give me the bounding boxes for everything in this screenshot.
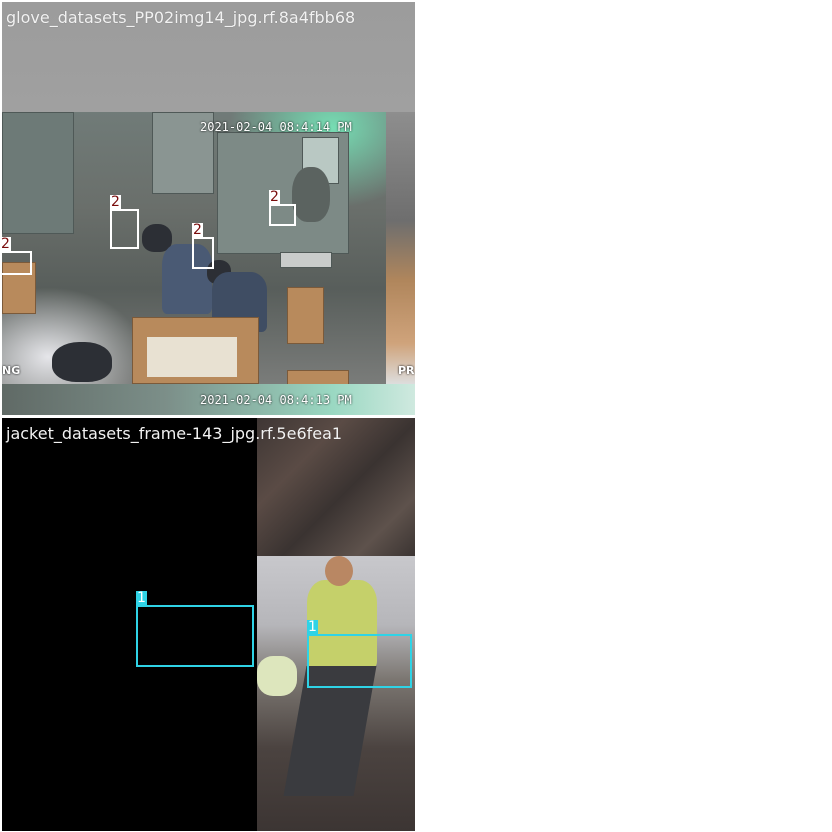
- table: [280, 252, 332, 268]
- scene-strip-right: PR: [386, 112, 415, 384]
- detection-box: 2: [110, 195, 139, 249]
- detection-box: 1: [136, 591, 254, 667]
- scene-worker-crop: [257, 556, 415, 831]
- box-contents: [147, 337, 237, 377]
- bag: [257, 656, 297, 696]
- detection-box: 2: [2, 237, 32, 275]
- detection-box: 1: [307, 620, 412, 688]
- camera-timestamp: 2021-02-04 08:4:14 PM: [200, 120, 352, 134]
- detection-box: 2: [192, 223, 214, 269]
- camera-timestamp: 2021-02-04 08:4:13 PM: [200, 393, 352, 407]
- detection-box: 2: [269, 190, 296, 226]
- image-tile-glove: 2021-02-04 08:4:14 PM NG 2 2 2 2 PR 2021…: [2, 2, 415, 415]
- detection-label: 2: [2, 236, 11, 252]
- scene-factory-floor: 2021-02-04 08:4:14 PM NG 2 2 2 2: [2, 112, 386, 388]
- cardboard-box: [287, 287, 324, 344]
- image-filename-label: glove_datasets_PP02img14_jpg.rf.8a4fbb68: [6, 8, 356, 27]
- person-worker: [292, 167, 330, 222]
- detection-label: 1: [307, 619, 318, 635]
- scene-strip-bottom: 2021-02-04 08:4:13 PM: [2, 384, 415, 415]
- detection-label: 1: [136, 590, 147, 606]
- image-tile-jacket: 1 1 jacket_datasets_frame-143_jpg.rf.5e6…: [2, 418, 415, 831]
- machine-left: [2, 112, 74, 234]
- detection-label: 2: [110, 194, 121, 210]
- person-head: [52, 342, 112, 382]
- camera-corner-label: NG: [2, 364, 21, 377]
- camera-corner-label: PR: [398, 364, 415, 377]
- detection-label: 2: [269, 189, 280, 205]
- person-head: [325, 556, 353, 586]
- image-filename-label: jacket_datasets_frame-143_jpg.rf.5e6fea1: [6, 424, 343, 443]
- detection-label: 2: [192, 222, 203, 238]
